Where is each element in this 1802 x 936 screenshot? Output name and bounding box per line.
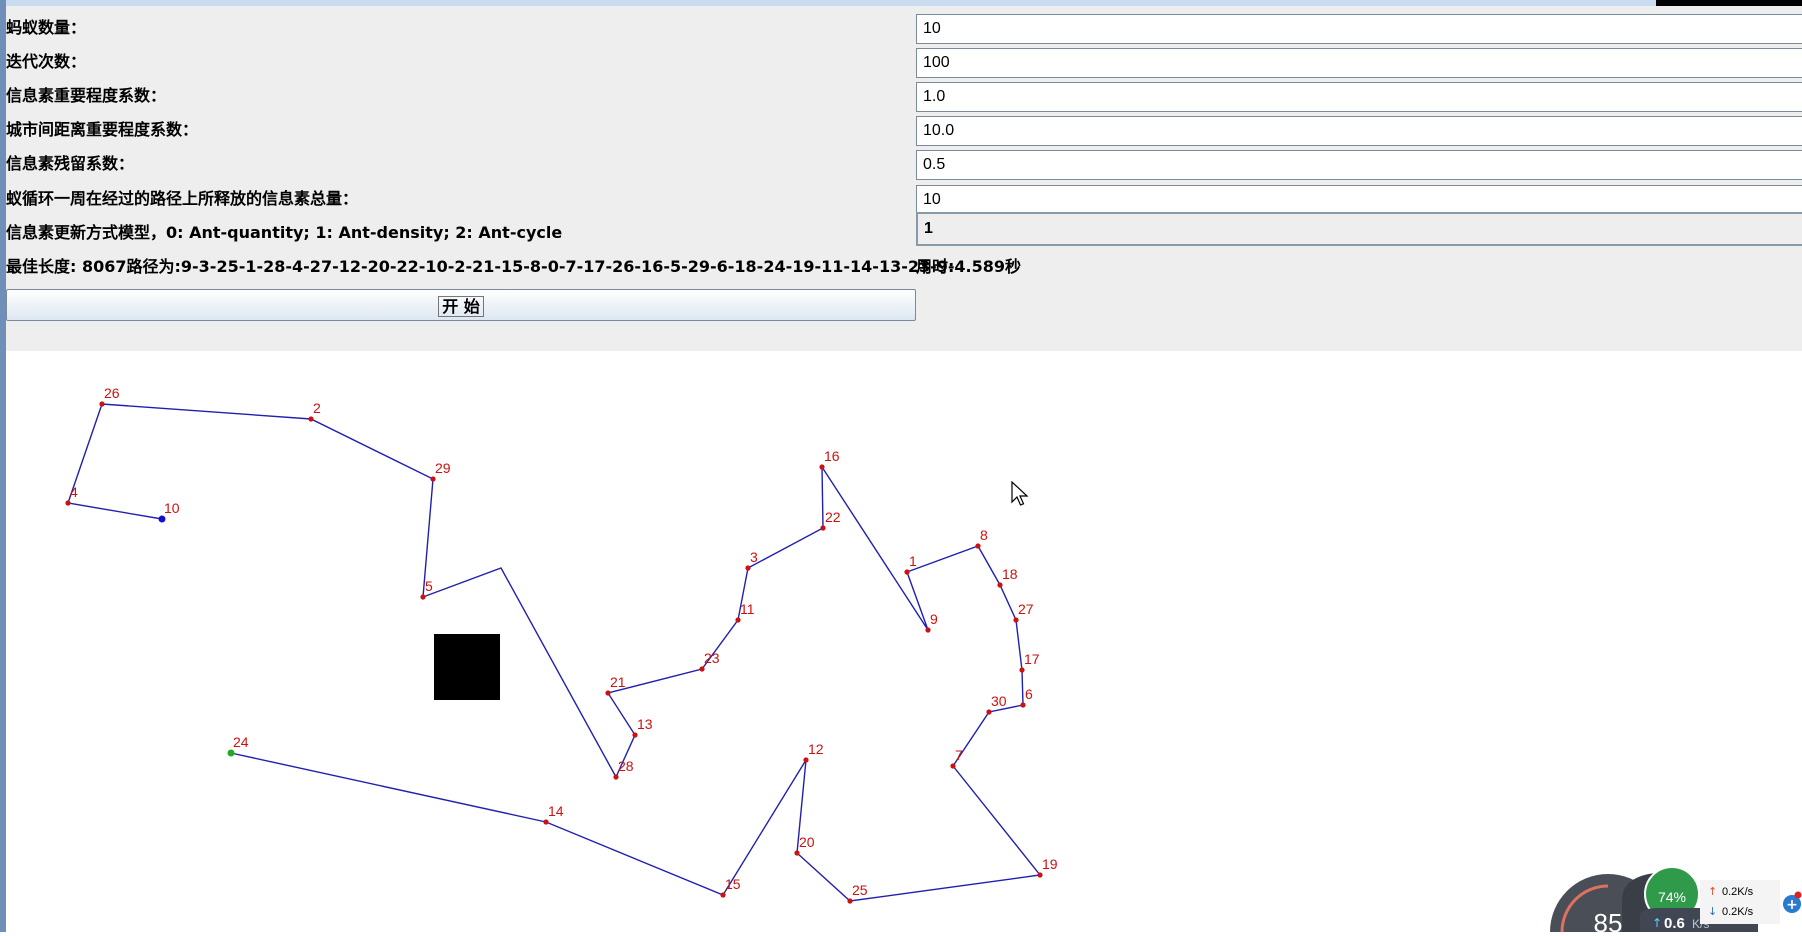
ant-count-input[interactable] xyxy=(916,14,1802,44)
city-26-label: 26 xyxy=(104,385,120,401)
city-23-marker xyxy=(699,666,705,672)
city-27-label: 27 xyxy=(1018,601,1034,617)
city-12-marker xyxy=(803,757,809,763)
city-19-marker xyxy=(1037,872,1043,878)
city-8-marker xyxy=(975,543,981,549)
start-button-label: 开 始 xyxy=(438,296,484,317)
city-25-marker xyxy=(847,898,853,904)
city-17-marker xyxy=(1019,667,1025,673)
city-13-label: 13 xyxy=(637,716,653,732)
city-3-label: 3 xyxy=(750,549,758,565)
city-9-marker xyxy=(925,627,931,633)
city-28-label: 28 xyxy=(618,758,634,774)
upload-speed: 0.2K/s xyxy=(1722,886,1754,898)
city-4-marker xyxy=(65,500,71,506)
city-25-label: 25 xyxy=(852,882,868,898)
city-6-label: 6 xyxy=(1025,686,1033,702)
best-path-result: 最佳长度: 8067路径为:9-3-25-1-28-4-27-12-20-22-… xyxy=(6,257,955,276)
start-button[interactable]: 开 始 xyxy=(6,289,916,321)
city-17-label: 17 xyxy=(1024,651,1040,667)
download-speed: 0.2K/s xyxy=(1722,906,1754,918)
pheromone-weight-label: 信息素重要程度系数： xyxy=(6,86,167,105)
city-12-label: 12 xyxy=(808,741,824,757)
iteration-count-input[interactable] xyxy=(916,48,1802,78)
city-8-label: 8 xyxy=(980,527,988,543)
pheromone-weight-input[interactable] xyxy=(916,82,1802,112)
city-14-marker xyxy=(543,819,549,825)
city-29-label: 29 xyxy=(435,460,451,476)
city-11-marker xyxy=(735,617,741,623)
city-26-marker xyxy=(99,401,105,407)
city-7-marker xyxy=(950,763,956,769)
city-markers: 1042622952813212311322169181827176307192… xyxy=(65,385,1058,904)
city-18-marker xyxy=(997,582,1003,588)
city-22-label: 22 xyxy=(825,509,841,525)
city-2-marker xyxy=(308,416,314,422)
city-14-label: 14 xyxy=(548,803,564,819)
upload-arrow-icon: ↑ xyxy=(1652,916,1662,930)
city-16-marker xyxy=(819,464,825,470)
city-18-label: 18 xyxy=(1002,566,1018,582)
city-2-label: 2 xyxy=(313,400,321,416)
svg-text:+: + xyxy=(1786,897,1798,913)
city-19-label: 19 xyxy=(1042,856,1058,872)
city-24-label: 24 xyxy=(233,734,249,750)
city-6-marker xyxy=(1020,702,1026,708)
city-20-label: 20 xyxy=(799,834,815,850)
city-15-label: 15 xyxy=(725,876,741,892)
net-speed-value: 0.6 xyxy=(1664,915,1685,932)
black-square-overlay xyxy=(434,634,500,700)
update-model-input[interactable] xyxy=(916,212,1802,246)
city-23-label: 23 xyxy=(704,650,720,666)
city-21-marker xyxy=(605,690,611,696)
pheromone-residual-input[interactable] xyxy=(916,150,1802,180)
network-speed-widget: 85 74% ↑ 0.6 K/s ↑ 0.2K/s ↓ 0.2K/s + xyxy=(1540,860,1802,936)
city-30-marker xyxy=(986,709,992,715)
elapsed-time: 用时:4.589秒 xyxy=(916,257,1022,276)
route-path xyxy=(67,403,1042,902)
city-4-label: 4 xyxy=(70,484,78,500)
city-15-marker xyxy=(720,892,726,898)
tour-canvas: 1042622952813212311322169181827176307192… xyxy=(65,385,1058,904)
city-5-label: 5 xyxy=(425,578,433,594)
city-11-label: 11 xyxy=(740,601,755,617)
score-value: 85 xyxy=(1594,908,1623,932)
distance-weight-label: 城市间距离重要程度系数： xyxy=(6,120,199,139)
upload-speed-icon: ↑ xyxy=(1708,885,1717,898)
pheromone-residual-label: 信息素残留系数： xyxy=(6,154,135,173)
city-13-marker xyxy=(632,732,638,738)
city-20-marker xyxy=(794,850,800,856)
city-10-marker xyxy=(158,515,166,523)
city-5-marker xyxy=(420,594,426,600)
iteration-count-label: 迭代次数： xyxy=(6,52,87,71)
city-22-marker xyxy=(820,525,826,531)
memory-gauge-value: 74% xyxy=(1658,889,1686,905)
city-16-label: 16 xyxy=(824,448,840,464)
city-7-label: 7 xyxy=(955,747,963,763)
city-27-marker xyxy=(1013,617,1019,623)
distance-weight-input[interactable] xyxy=(916,116,1802,146)
mouse-cursor-icon xyxy=(1011,481,1029,506)
city-1-marker xyxy=(904,569,910,575)
pheromone-total-input[interactable] xyxy=(916,185,1802,215)
download-speed-icon: ↓ xyxy=(1708,905,1717,918)
tray-graphics: 85 74% ↑ 0.6 K/s ↑ 0.2K/s ↓ 0.2K/s + xyxy=(1550,866,1802,936)
city-29-marker xyxy=(430,476,436,482)
city-28-marker xyxy=(613,774,619,780)
ant-count-label: 蚂蚁数量： xyxy=(6,18,87,37)
city-21-label: 21 xyxy=(610,674,626,690)
pheromone-total-label: 蚁循环一周在经过的路径上所释放的信息素总量： xyxy=(6,189,359,208)
city-3-marker xyxy=(745,565,751,571)
city-1-label: 1 xyxy=(909,553,917,569)
city-24-marker xyxy=(227,749,235,757)
city-9-label: 9 xyxy=(930,611,938,627)
update-model-label: 信息素更新方式模型，0: Ant-quantity; 1: Ant-densit… xyxy=(6,223,563,242)
city-10-label: 10 xyxy=(164,500,180,516)
city-30-label: 30 xyxy=(991,693,1007,709)
parameter-form: 蚂蚁数量： 迭代次数： 信息素重要程度系数： 城市间距离重要程度系数： 信息素残… xyxy=(6,6,1802,351)
